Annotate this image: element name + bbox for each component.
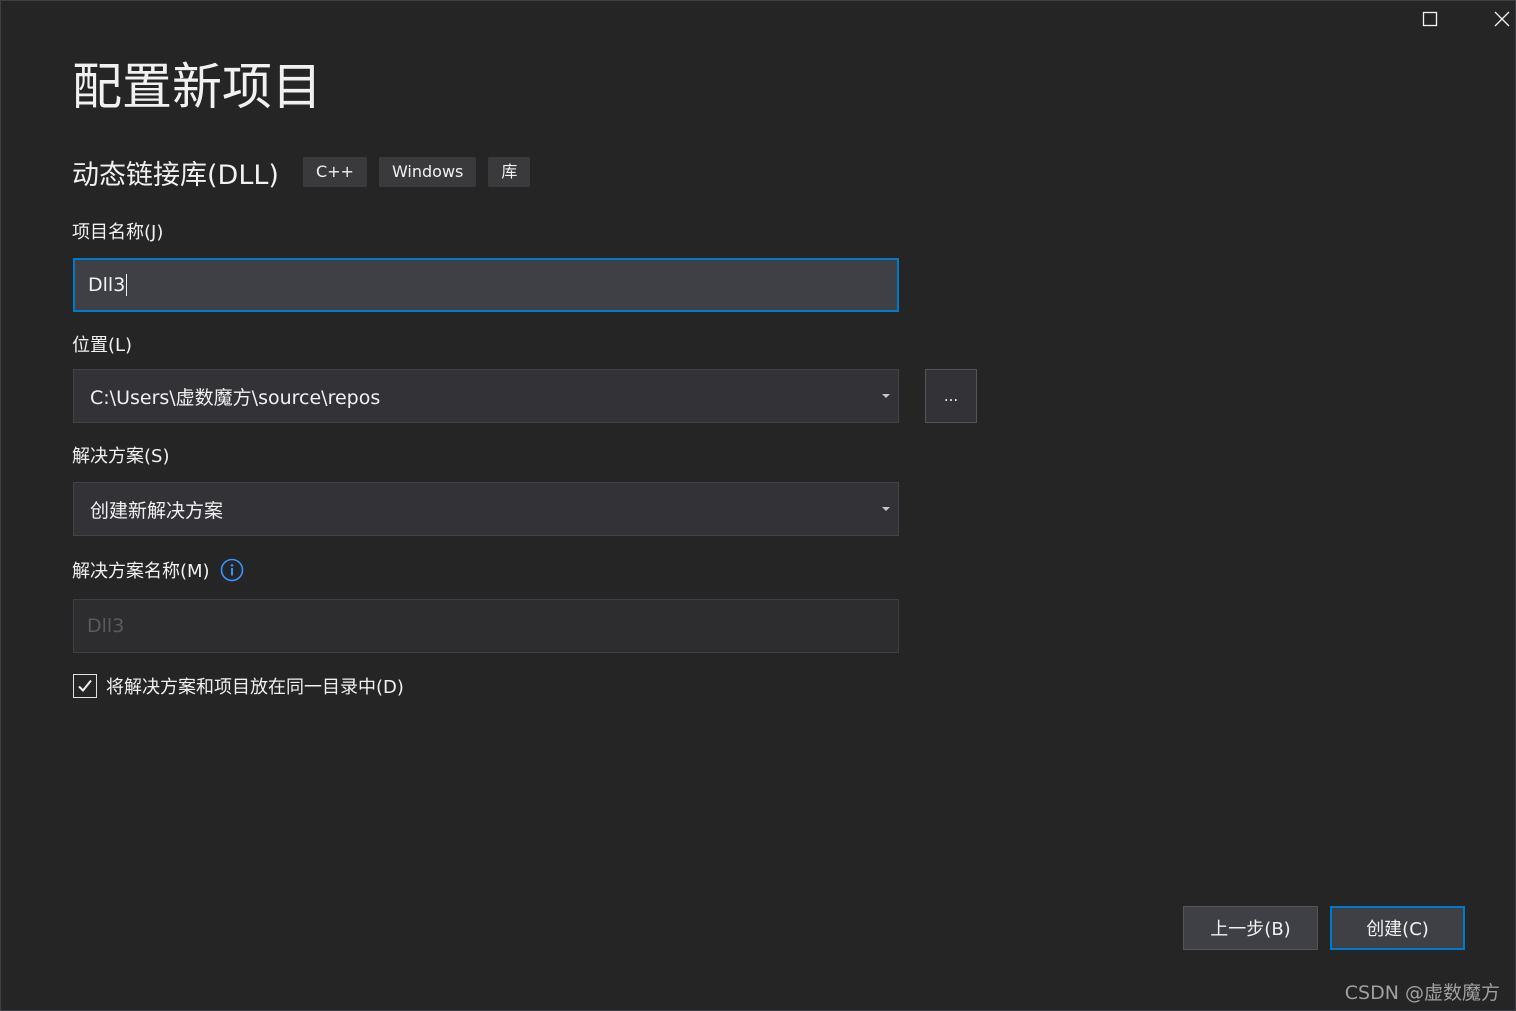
- location-label: 位置(L): [72, 335, 133, 356]
- solution-name-label-row: 解决方案名称(M): [72, 556, 244, 584]
- location-combobox[interactable]: C:\Users\虚数魔方\source\repos: [73, 369, 899, 423]
- info-icon[interactable]: [220, 558, 244, 582]
- text-caret: [126, 274, 128, 296]
- close-icon: [1494, 11, 1510, 27]
- solution-name-value: Dll3: [87, 615, 125, 637]
- back-button[interactable]: 上一步(B): [1183, 906, 1318, 950]
- solution-name-input: Dll3: [73, 599, 899, 653]
- browse-button[interactable]: ...: [925, 369, 977, 423]
- project-name-value: Dll3: [88, 274, 126, 296]
- project-name-input[interactable]: Dll3: [73, 258, 899, 312]
- dropdown-arrow-icon[interactable]: [882, 394, 890, 398]
- project-name-label: 项目名称(J): [72, 222, 164, 243]
- solution-label: 解决方案(S): [72, 446, 170, 467]
- create-button[interactable]: 创建(C): [1330, 906, 1465, 950]
- tag-project-type: 库: [488, 157, 531, 187]
- same-directory-label: 将解决方案和项目放在同一目录中(D): [106, 677, 404, 698]
- solution-select[interactable]: 创建新解决方案: [73, 482, 899, 536]
- solution-name-label: 解决方案名称(M): [72, 561, 210, 582]
- dropdown-arrow-icon[interactable]: [882, 507, 890, 511]
- checkmark-icon: [78, 679, 92, 692]
- watermark: CSDN @虚数魔方: [1344, 982, 1500, 1004]
- tag-platform: Windows: [378, 157, 477, 187]
- maximize-button[interactable]: [1407, 0, 1453, 38]
- close-button[interactable]: [1479, 0, 1516, 38]
- solution-value: 创建新解决方案: [90, 499, 224, 522]
- tag-language: C++: [302, 157, 367, 187]
- location-value: C:\Users\虚数魔方\source\repos: [90, 386, 381, 409]
- template-name: 动态链接库(DLL): [72, 159, 279, 191]
- template-header: 动态链接库(DLL) C++ Windows 库: [72, 150, 542, 194]
- maximize-icon: [1422, 11, 1438, 27]
- same-directory-option[interactable]: 将解决方案和项目放在同一目录中(D): [73, 672, 404, 700]
- same-directory-checkbox[interactable]: [73, 674, 97, 698]
- page-title: 配置新项目: [72, 58, 322, 116]
